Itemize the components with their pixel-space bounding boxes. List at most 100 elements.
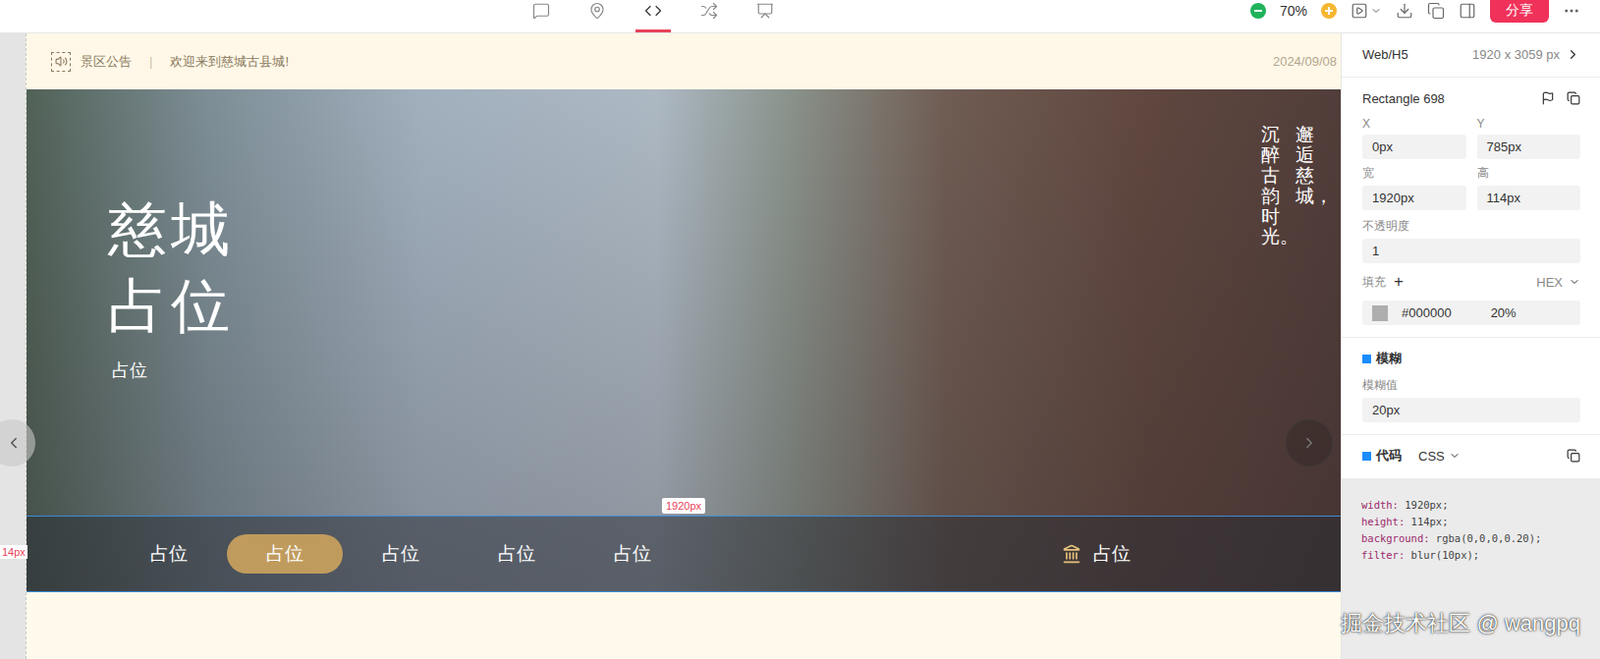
code-property: width: xyxy=(1361,498,1399,511)
download-icon[interactable] xyxy=(1395,1,1414,20)
code-actions xyxy=(1566,448,1581,463)
hero-banner: 慈城占位占位邂逅慈城，沉醉古韵时光。1920px占位占位占位占位占位占位 xyxy=(26,89,1341,593)
chevron-right-icon xyxy=(1300,434,1319,452)
field-input[interactable]: 0px xyxy=(1362,134,1467,160)
geometry-grid: X 0px Y785px 宽 1920px 高 114px xyxy=(1362,116,1581,211)
hero-body: 慈城占位占位 xyxy=(26,89,1341,516)
layer-section: Rectangle 698X0pxY785px宽1920px高114px不透明度… xyxy=(1341,77,1600,338)
tool-button[interactable] xyxy=(691,0,727,33)
field-label: 宽 xyxy=(1362,165,1467,182)
nav-item[interactable]: 占位 xyxy=(574,534,691,574)
blur-field: 模糊值 20px xyxy=(1362,377,1581,423)
tool-button[interactable] xyxy=(747,0,783,33)
copy-icon[interactable] xyxy=(1427,1,1445,20)
speaker-icon xyxy=(55,55,68,68)
flag-icon[interactable] xyxy=(1541,91,1555,106)
geometry-field: X 0px xyxy=(1362,116,1467,160)
frame-row[interactable]: Web/H51920 x 3059 px xyxy=(1362,43,1581,65)
workspace: 景区公告|欢迎来到慈城古县城!2024/09/08慈城占位占位邂逅慈城，沉醉古韵… xyxy=(0,33,1600,659)
app: 70%分享景区公告|欢迎来到慈城古县城!2024/09/08慈城占位占位邂逅慈城… xyxy=(0,0,1600,659)
code-property: filter: xyxy=(1361,549,1405,561)
zoom-in-icon[interactable] xyxy=(1321,2,1337,19)
nav-item[interactable]: 占位 xyxy=(226,534,343,574)
frame-bottom xyxy=(26,592,1341,659)
preview-button[interactable] xyxy=(1350,1,1382,20)
tool-button[interactable] xyxy=(635,0,671,33)
chevron-right-icon xyxy=(1565,47,1581,62)
field-label: 高 xyxy=(1477,165,1582,182)
code-line: height: 114px; xyxy=(1361,513,1581,531)
tool-button[interactable] xyxy=(579,0,615,33)
notice-text: 欢迎来到慈城古县城! xyxy=(169,53,289,71)
layer-actions xyxy=(1541,91,1581,106)
hero-title: 占位 xyxy=(108,268,1341,345)
code-line: width: 1920px; xyxy=(1361,496,1581,514)
pin-icon xyxy=(588,1,607,20)
nav-item[interactable]: 占位 xyxy=(458,534,575,574)
color-swatch[interactable] xyxy=(1372,305,1388,322)
vertical-line: 邂逅慈城， xyxy=(1295,124,1315,248)
code-language-label: CSS xyxy=(1418,448,1445,464)
zoom-level[interactable]: 70% xyxy=(1279,2,1308,19)
field-input[interactable]: 114px xyxy=(1477,185,1582,211)
chevron-left-icon xyxy=(4,434,23,452)
hero-title: 慈城 xyxy=(108,191,1341,269)
code-value: 1920px; xyxy=(1398,498,1449,511)
hero-subtitle: 占位 xyxy=(108,358,1341,383)
notice-separator: | xyxy=(149,54,153,69)
toolbar: 70% 分享 xyxy=(0,0,1600,34)
notice-date: 2024/09/08 xyxy=(1272,54,1337,69)
field-input[interactable]: 1920px xyxy=(1362,185,1467,211)
more-icon[interactable] xyxy=(1562,1,1581,20)
width-measure: 1920px xyxy=(662,497,706,514)
notice-icon-box xyxy=(51,52,71,72)
design-frame: 景区公告|欢迎来到慈城古县城!2024/09/08慈城占位占位邂逅慈城，沉醉古韵… xyxy=(25,33,1341,659)
copy-icon[interactable] xyxy=(1566,448,1581,463)
code-property: background: xyxy=(1361,532,1431,545)
pavilion-icon xyxy=(1061,544,1082,564)
geometry-field: Y785px xyxy=(1477,116,1582,160)
fill-alpha: 20% xyxy=(1490,305,1517,321)
tool-group xyxy=(523,0,783,33)
share-button[interactable]: 分享 xyxy=(1489,0,1549,23)
nav-bar[interactable]: 占位占位占位占位占位占位 xyxy=(26,515,1341,593)
vertical-line: 沉醉古韵时光。 xyxy=(1261,124,1280,248)
copy-icon[interactable] xyxy=(1566,91,1581,106)
blur-title: 模糊 xyxy=(1376,349,1402,368)
section-mark xyxy=(1362,354,1372,364)
field-input[interactable]: 785px xyxy=(1477,134,1582,160)
vertical-slogan: 邂逅慈城， 沉醉古韵时光。 xyxy=(1261,124,1315,248)
fill-field[interactable]: #00000020% xyxy=(1362,300,1581,326)
code-value: blur(10px); xyxy=(1404,549,1480,561)
layer-row: Rectangle 698 xyxy=(1362,87,1581,110)
layer-name: Rectangle 698 xyxy=(1362,91,1445,107)
toolbar-right: 70% 分享 xyxy=(1250,0,1581,22)
chevron-down-icon xyxy=(1370,4,1382,17)
panel-icon[interactable] xyxy=(1458,1,1477,20)
watermark: 掘金技术社区 @ wangpq xyxy=(1340,608,1581,639)
field-input[interactable]: 1 xyxy=(1362,238,1581,264)
code-value: rgba(0,0,0,0.20); xyxy=(1430,532,1543,545)
nav-extra[interactable]: 占位 xyxy=(1061,541,1131,567)
zoom-out-icon[interactable] xyxy=(1250,2,1267,19)
color-mode[interactable]: HEX xyxy=(1536,275,1563,290)
tool-button[interactable] xyxy=(523,0,559,33)
nav-item[interactable]: 占位 xyxy=(110,534,227,574)
platform-label: Web/H5 xyxy=(1362,47,1409,62)
code-section: 代码CSS xyxy=(1341,435,1600,480)
canvas-gutter xyxy=(0,33,26,659)
field-label: 模糊值 xyxy=(1362,377,1581,394)
next-arrow[interactable] xyxy=(1285,419,1333,467)
field-input[interactable]: 20px xyxy=(1362,397,1581,423)
code-language[interactable]: CSS xyxy=(1418,448,1461,464)
nav-extra-label: 占位 xyxy=(1093,541,1131,567)
present-icon xyxy=(756,1,774,20)
add-fill-button[interactable]: + xyxy=(1393,272,1404,292)
field-label: X xyxy=(1362,116,1467,131)
chevron-down-icon xyxy=(1568,275,1581,288)
frame-info: Web/H51920 x 3059 px xyxy=(1341,33,1600,78)
section-title: 代码CSS xyxy=(1362,444,1581,467)
section-title: 模糊 xyxy=(1362,347,1581,370)
nav-item[interactable]: 占位 xyxy=(342,534,459,574)
geometry-field: 高 114px xyxy=(1477,165,1582,211)
